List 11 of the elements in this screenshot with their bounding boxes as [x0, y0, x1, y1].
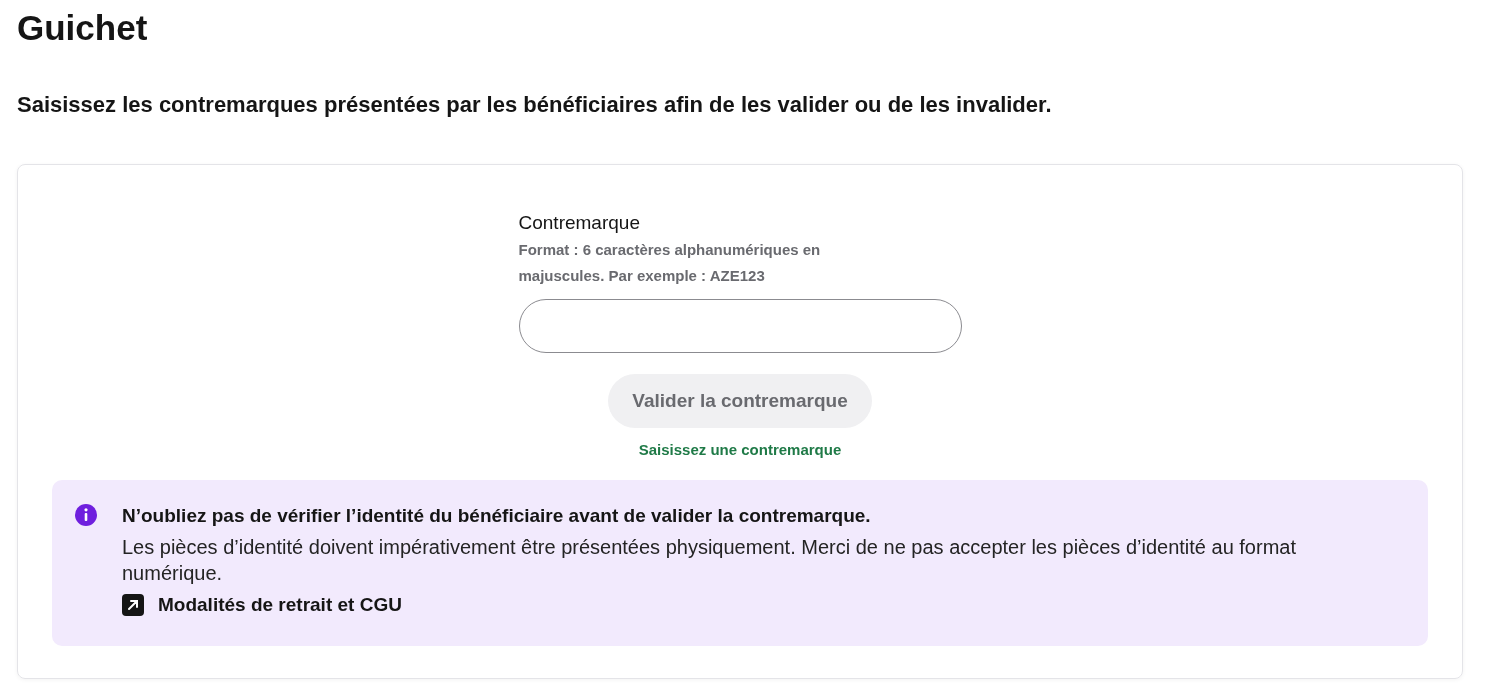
- callout-title: N’oubliez pas de vérifier l’identité du bénéficiaire avant de valider la contremarque.: [122, 504, 872, 528]
- intro-text: Saisissez les contremarques présentées par les bénéficiaires afin de les valider ou de les invalider.: [17, 91, 1053, 119]
- info-icon: [74, 503, 98, 527]
- terms-link[interactable]: Modalités de retrait et CGU: [122, 594, 402, 616]
- ticket-code-field[interactable]: [518, 299, 962, 353]
- page-title: Guichet: [17, 7, 149, 48]
- field-label: Contremarque: [518, 211, 641, 235]
- status-message: Saisissez une contremarque: [638, 441, 842, 458]
- field-hint: Format : 6 caractères alphanumériques en majuscules. Par exemple : AZE123: [518, 240, 822, 286]
- external-link-icon: [122, 594, 144, 616]
- callout-text: Les pièces d’identité doivent impérativement être présentées physiquement. Merci de ne pas accepter les pièces d’identité au format numérique.: [122, 535, 1297, 586]
